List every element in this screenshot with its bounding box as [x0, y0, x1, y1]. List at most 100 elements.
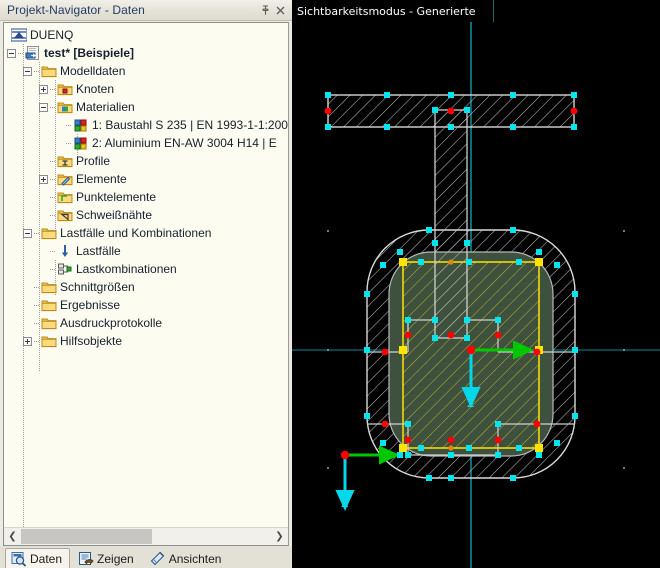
collapse-icon[interactable]: [39, 102, 48, 112]
nodes-folder-icon: [57, 81, 73, 97]
tree-connector: [50, 260, 56, 278]
tab-label: Daten: [30, 551, 63, 566]
project-icon: [25, 45, 41, 61]
tree-item-16[interactable]: Hilfsobjekte: [4, 332, 288, 350]
expand-icon[interactable]: [39, 84, 48, 94]
tree-connector: [66, 134, 72, 152]
tree-item-label: Elemente: [76, 172, 127, 186]
tab-ansichten[interactable]: Ansichten: [144, 548, 230, 568]
tree-item-label: Modelldaten: [60, 64, 126, 78]
tree-item-label: Lastkombinationen: [76, 262, 177, 276]
folder-icon: [41, 315, 57, 331]
tree-connector: [34, 296, 40, 314]
tree-connector: [34, 314, 40, 332]
application-window: Projekt-Navigator - Daten DUENQ test* [Be…: [0, 0, 660, 568]
tree-connector: [34, 224, 40, 242]
tree-item-13[interactable]: Schnittgrößen: [4, 278, 288, 296]
collapse-icon[interactable]: [23, 66, 32, 76]
loadcombination-icon: [57, 261, 73, 277]
tree-item-14[interactable]: Ergebnisse: [4, 296, 288, 314]
tree-item-1[interactable]: Modelldaten: [4, 62, 288, 80]
show-tab-icon: [78, 551, 94, 567]
tree-connector: [50, 80, 56, 98]
tree-item-label: test* [Beispiele]: [44, 46, 135, 60]
viewport-mode-label: Sichtbarkeitsmodus - Generierte: [292, 0, 494, 22]
folder-icon: [41, 63, 57, 79]
project-tree[interactable]: DUENQ test* [Beispiele] Modelldaten Knoten M…: [4, 23, 288, 527]
tree-item-label: Schnittgrößen: [60, 280, 135, 294]
tree-item-label: Lastfälle: [76, 244, 121, 258]
tree-item-12[interactable]: Lastkombinationen: [4, 260, 288, 278]
tree-item-label: Punktelemente: [76, 190, 157, 204]
data-tab-icon: [11, 551, 27, 567]
tree-connector: [50, 206, 56, 224]
tree-connector: [50, 170, 56, 188]
tree-item-15[interactable]: Ausdruckprotokolle: [4, 314, 288, 332]
scrollbar-thumb[interactable]: [21, 529, 152, 544]
pin-icon[interactable]: [258, 3, 273, 18]
axis-label-z-center: Z: [467, 397, 475, 410]
horizontal-scrollbar[interactable]: ❮ ❯: [4, 527, 288, 545]
tree-item-10[interactable]: Lastfälle und Kombinationen: [4, 224, 288, 242]
tree-item-2[interactable]: Knoten: [4, 80, 288, 98]
tree-connector: [50, 188, 56, 206]
tree-item-8[interactable]: Punktelemente: [4, 188, 288, 206]
tree-item-label: Materialien: [76, 100, 135, 114]
tree-root-item[interactable]: DUENQ: [4, 26, 288, 44]
tree-container: DUENQ test* [Beispiele] Modelldaten Knoten M…: [3, 22, 289, 546]
tree-connector: [34, 332, 40, 350]
tree-item-label: Ergebnisse: [60, 298, 121, 312]
page-title: Projekt-Navigator - Daten: [7, 3, 145, 17]
elements-folder-icon: [57, 171, 73, 187]
cad-viewport[interactable]: Sichtbarkeitsmodus - Generierte Z Z: [292, 0, 660, 568]
tree-connector: [18, 44, 24, 62]
tree-item-label: DUENQ: [30, 28, 74, 42]
tab-daten[interactable]: Daten: [5, 548, 71, 568]
collapse-icon[interactable]: [7, 48, 16, 58]
tab-zeigen[interactable]: Zeigen: [72, 548, 142, 568]
collapse-icon[interactable]: [23, 228, 32, 238]
scroll-right-button[interactable]: ❯: [271, 529, 288, 544]
loadcase-icon: [57, 243, 73, 259]
materials-folder-icon: [57, 99, 73, 115]
tree-item-0[interactable]: test* [Beispiele]: [4, 44, 288, 62]
pointelements-folder-icon: [57, 189, 73, 205]
tree-item-3[interactable]: Materialien: [4, 98, 288, 116]
tree-item-5[interactable]: 2: Aluminium EN-AW 3004 H14 | E: [4, 134, 288, 152]
tree-item-9[interactable]: Schweißnähte: [4, 206, 288, 224]
axis-label-z-origin: Z: [341, 497, 349, 510]
tree-item-label: Knoten: [76, 82, 115, 96]
expand-icon[interactable]: [39, 174, 48, 184]
scrollbar-track[interactable]: [21, 529, 271, 544]
tree-item-6[interactable]: Profile: [4, 152, 288, 170]
tree-item-11[interactable]: Lastfälle: [4, 242, 288, 260]
tree-connector: [66, 116, 72, 134]
folder-icon: [41, 279, 57, 295]
tree-connector: [50, 98, 56, 116]
tree-item-7[interactable]: Elemente: [4, 170, 288, 188]
tree-item-4[interactable]: 1: Baustahl S 235 | EN 1993-1-1:200: [4, 116, 288, 134]
duenq-logo-icon: [11, 27, 27, 43]
tree-connector: [50, 242, 56, 260]
tree-item-label: Schweißnähte: [76, 208, 153, 222]
material-item-icon: [73, 117, 89, 133]
panel-tab-bar[interactable]: Daten Zeigen Ansichten: [0, 546, 292, 568]
expand-icon[interactable]: [23, 336, 32, 346]
close-icon[interactable]: [273, 3, 288, 18]
scroll-left-button[interactable]: ❮: [4, 529, 21, 544]
views-tab-icon: [150, 551, 166, 567]
